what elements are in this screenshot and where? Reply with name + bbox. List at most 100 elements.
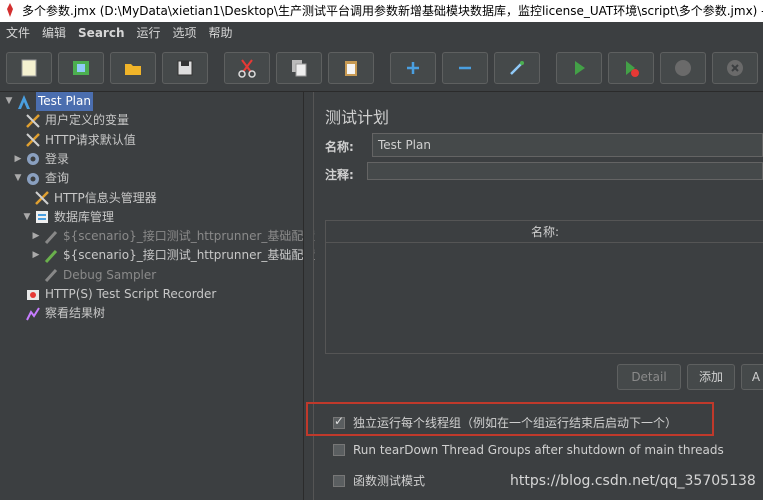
tree-node-label: ${scenario}_接口测试_httprunner_基础配置 — [63, 248, 316, 263]
config-icon — [25, 132, 41, 148]
tree-node-label: Debug Sampler — [63, 267, 157, 282]
paste-icon — [345, 61, 357, 76]
window-titlebar: 多个参数.jmx (D:\MyData\xietian1\Desktop\生产测… — [0, 0, 763, 22]
menu-bar: 文件 编辑 Search 运行 选项 帮助 — [0, 22, 763, 44]
tree-node-label: HTTP请求默认值 — [45, 132, 136, 147]
sampler-disabled-icon — [43, 267, 59, 283]
expand-icon — [407, 62, 419, 74]
name-label: 名称: — [325, 140, 354, 154]
menu-options[interactable]: 选项 — [167, 22, 203, 44]
new-button[interactable] — [6, 52, 52, 84]
threadgroup-icon — [25, 171, 41, 187]
tree-node[interactable]: ▶ ${scenario}_接口测试_httprunner_基础配置 — [31, 246, 315, 265]
comment-label: 注释: — [325, 168, 354, 182]
templates-button[interactable] — [58, 52, 104, 84]
save-icon — [177, 60, 193, 76]
tree-node[interactable]: ▶ 登录 — [13, 150, 69, 169]
copy-icon — [292, 60, 307, 77]
testplan-icon — [16, 94, 32, 110]
collapse-icon — [459, 66, 471, 70]
comment-field[interactable] — [367, 162, 763, 180]
tree-node-label: 查询 — [45, 171, 70, 186]
open-button[interactable] — [110, 52, 156, 84]
menu-search[interactable]: Search — [72, 22, 130, 44]
checkbox-box[interactable] — [333, 474, 345, 487]
shutdown-icon — [727, 60, 743, 76]
controller-icon — [34, 209, 50, 225]
tree-node[interactable]: ▶ ${scenario}_接口测试_httprunner_基础配置 — [31, 227, 315, 246]
shutdown-button — [712, 52, 758, 84]
paste-button[interactable] — [328, 52, 374, 84]
tree-node-label: HTTP(S) Test Script Recorder — [45, 287, 217, 301]
test-plan-tree: ▼ Test Plan 用户定义的变量 HTTP请求默认值 ▶ 登录 ▼ 查询 HTTP信息头管… — [0, 92, 315, 500]
split-pane-divider[interactable] — [304, 92, 314, 500]
test-plan-panel: 测试计划 名称: Test Plan 注释: 名称: Detail 添加 A 独… — [315, 92, 763, 500]
start-icon — [575, 61, 585, 75]
detail-button[interactable]: Detail — [617, 364, 681, 390]
start-no-pauses-button[interactable] — [608, 52, 654, 84]
window-title: 多个参数.jmx (D:\MyData\xietian1\Desktop\生产测… — [22, 4, 763, 18]
menu-file[interactable]: 文件 — [0, 22, 36, 44]
checkbox-label: Run tearDown Thread Groups after shutdow… — [353, 443, 724, 457]
watermark-text: https://blog.csdn.net/qq_35705138 — [510, 473, 756, 489]
user-variables-table[interactable]: 名称: — [325, 220, 763, 354]
tree-node-label: 用户定义的变量 — [45, 113, 130, 128]
config-icon — [34, 190, 50, 206]
toggle-button[interactable] — [494, 52, 540, 84]
menu-help[interactable]: 帮助 — [203, 22, 239, 44]
tree-node-label: 登录 — [45, 151, 70, 166]
toolbar — [0, 46, 763, 92]
tree-expander-icon[interactable]: ▶ — [13, 150, 23, 169]
checkbox-box[interactable] — [333, 444, 345, 456]
tree-node-label: Test Plan — [36, 92, 93, 111]
tree-node-label: HTTP信息头管理器 — [54, 190, 157, 205]
checkbox-label: 函数测试模式 — [353, 474, 426, 488]
tree-node[interactable]: ▼ 数据库管理 — [22, 208, 114, 227]
stop-icon — [675, 60, 691, 76]
tree-expander-icon[interactable]: ▶ — [31, 246, 41, 265]
tree-node-label: 察看结果树 — [45, 306, 106, 321]
cut-button[interactable] — [224, 52, 270, 84]
tree-node-label: 数据库管理 — [54, 209, 115, 224]
tree-node[interactable]: Debug Sampler — [31, 266, 156, 285]
copy-button[interactable] — [276, 52, 322, 84]
threadgroup-icon — [25, 151, 41, 167]
start-no-pause-icon — [626, 61, 639, 77]
panel-title: 测试计划 — [325, 108, 390, 127]
tree-node[interactable]: 用户定义的变量 — [13, 111, 129, 130]
tree-expander-icon[interactable]: ▼ — [13, 169, 23, 188]
tree-expander-icon[interactable]: ▼ — [22, 208, 32, 227]
tree-node[interactable]: 察看结果树 — [13, 304, 105, 323]
open-icon — [125, 64, 141, 75]
checkbox-teardown-after-shutdown[interactable]: Run tearDown Thread Groups after shutdow… — [333, 443, 724, 457]
expand-all-button[interactable] — [390, 52, 436, 84]
config-icon — [25, 113, 41, 129]
cut-icon — [238, 59, 256, 78]
annotation-highlight-box — [306, 402, 714, 436]
collapse-all-button[interactable] — [442, 52, 488, 84]
tree-expander-icon[interactable]: ▶ — [31, 227, 41, 246]
recorder-icon — [25, 287, 41, 303]
tree-node[interactable]: HTTP(S) Test Script Recorder — [13, 285, 216, 304]
tree-node[interactable]: ▼ 查询 — [13, 169, 69, 188]
name-field[interactable]: Test Plan — [372, 133, 763, 157]
checkbox-functional-test-mode[interactable]: 函数测试模式 — [333, 472, 425, 489]
tree-node-label: ${scenario}_接口测试_httprunner_基础配置 — [63, 229, 316, 244]
tree-expander-icon[interactable]: ▼ — [4, 92, 14, 111]
menu-edit[interactable]: 编辑 — [36, 22, 72, 44]
jmeter-feather-icon — [7, 3, 13, 17]
start-button[interactable] — [556, 52, 602, 84]
listener-icon — [25, 306, 41, 322]
sampler-disabled-icon — [43, 229, 59, 245]
save-button[interactable] — [162, 52, 208, 84]
tree-node[interactable]: HTTP信息头管理器 — [22, 189, 157, 208]
templates-icon — [73, 61, 89, 75]
add-from-clipboard-button[interactable]: A — [741, 364, 763, 390]
add-button[interactable]: 添加 — [687, 364, 735, 390]
menu-run[interactable]: 运行 — [130, 22, 166, 44]
tree-node[interactable]: HTTP请求默认值 — [13, 131, 136, 150]
tree-node[interactable]: ▼ Test Plan — [4, 92, 93, 111]
toggle-icon — [510, 61, 524, 75]
table-header-name: 名称: — [326, 221, 763, 243]
sampler-icon — [43, 248, 59, 264]
